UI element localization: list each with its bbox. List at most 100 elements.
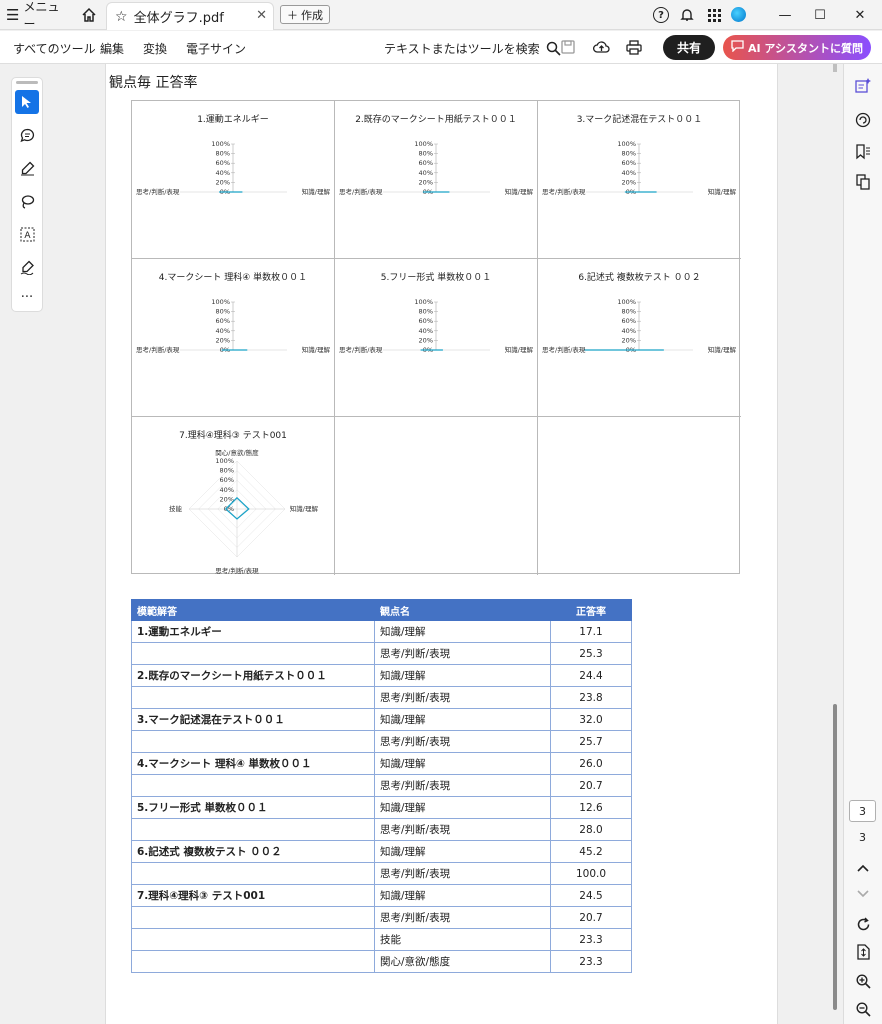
cell-viewpoint: 技能 bbox=[374, 928, 551, 951]
cell-rate: 45.2 bbox=[550, 840, 632, 863]
close-tab-icon[interactable]: ✕ bbox=[256, 8, 267, 23]
plus-icon: ＋ bbox=[287, 8, 298, 22]
cell-question bbox=[131, 730, 375, 753]
right-rail: 3 3 bbox=[843, 64, 882, 1024]
tool-search[interactable]: テキストまたはツールを検索 bbox=[384, 40, 561, 57]
left-tool-rail: A ··· bbox=[11, 77, 43, 312]
cell-rate: 26.0 bbox=[550, 752, 632, 775]
vertical-scrollbar[interactable] bbox=[779, 64, 842, 1024]
cell-question: 7.理科④理科③ テスト001 bbox=[131, 884, 375, 907]
cell-rate: 20.7 bbox=[550, 774, 632, 797]
text-box-icon[interactable]: A bbox=[15, 222, 39, 246]
table-row: 思考/判断/表現 28.0 bbox=[131, 818, 632, 841]
cell-viewpoint: 知識/理解 bbox=[374, 620, 551, 643]
document-tab[interactable]: ☆ 全体グラフ.pdf ✕ bbox=[106, 2, 274, 30]
axis-label-left: 技能 bbox=[169, 504, 183, 513]
apps-grid-icon[interactable] bbox=[706, 7, 722, 23]
axis-label-right: 知識/理解 bbox=[290, 504, 319, 513]
table-row: 関心/意欲/態度 23.3 bbox=[131, 950, 632, 973]
menu-button[interactable]: ☰ メニュー bbox=[6, 0, 66, 31]
tick-label: 40% bbox=[216, 169, 230, 177]
home-icon[interactable] bbox=[78, 0, 100, 30]
total-pages: 3 bbox=[859, 831, 866, 844]
page-heading: 観点毎 正答率 bbox=[109, 75, 198, 91]
highlight-pen-icon[interactable] bbox=[15, 156, 39, 180]
draw-lasso-icon[interactable] bbox=[15, 189, 39, 213]
tick-label: 20% bbox=[216, 178, 230, 186]
tick-label: 60% bbox=[419, 159, 433, 167]
print-icon[interactable] bbox=[625, 38, 643, 56]
cloud-upload-icon[interactable] bbox=[592, 38, 610, 56]
comment-panel-icon[interactable] bbox=[853, 110, 873, 130]
tick-label: 80% bbox=[622, 150, 636, 158]
axis-label-left: 思考/判断/表現 bbox=[542, 187, 586, 196]
profile-avatar[interactable] bbox=[731, 7, 746, 22]
prev-page-icon[interactable] bbox=[853, 858, 873, 878]
bell-icon[interactable] bbox=[679, 7, 695, 23]
more-icon[interactable]: ··· bbox=[15, 285, 39, 309]
maximize-icon[interactable]: ☐ bbox=[803, 0, 837, 30]
zoom-out-icon[interactable] bbox=[853, 999, 873, 1019]
tick-label: 60% bbox=[622, 159, 636, 167]
sign-pen-icon[interactable] bbox=[15, 255, 39, 279]
chart-cell-7: 7.理科④理科③ テスト001 100% 80% 60% 40% 20% 0% 関心/意欲/態… bbox=[132, 417, 335, 575]
pages-icon[interactable] bbox=[853, 172, 873, 192]
table-row: 7.理科④理科③ テスト001 知識/理解 24.5 bbox=[131, 884, 632, 907]
results-table: 模範解答 観点名 正答率 1.運動エネルギー 知識/理解 17.1 思考/判断/表現 2… bbox=[131, 599, 632, 973]
create-button[interactable]: ＋ 作成 bbox=[280, 5, 330, 24]
cell-rate: 23.3 bbox=[550, 950, 632, 973]
cell-viewpoint: 知識/理解 bbox=[374, 840, 551, 863]
title-bar: ☰ メニュー ☆ 全体グラフ.pdf ✕ ＋ 作成 ? — ☐ ✕ bbox=[0, 0, 882, 31]
cell-question: 2.既存のマークシート用紙テスト００１ bbox=[131, 664, 375, 687]
fit-page-icon[interactable] bbox=[853, 942, 873, 962]
zoom-in-icon[interactable] bbox=[853, 971, 873, 991]
menu-convert[interactable]: 変換 bbox=[143, 40, 167, 57]
tick-label: 60% bbox=[419, 317, 433, 325]
chart-cell-5: 5.フリー形式 単数枚００１ 100% 80% 60% 40% 20% 0% 思考/判断/表現… bbox=[335, 259, 538, 417]
axis-label-left: 思考/判断/表現 bbox=[339, 345, 383, 354]
table-row: 2.既存のマークシート用紙テスト００１ 知識/理解 24.4 bbox=[131, 664, 632, 687]
axis-label-left: 思考/判断/表現 bbox=[136, 345, 180, 354]
table-row: 4.マークシート 理科④ 単数枚００１ 知識/理解 26.0 bbox=[131, 752, 632, 775]
window-close-icon[interactable]: ✕ bbox=[843, 0, 877, 30]
bookmark-icon[interactable] bbox=[853, 142, 873, 162]
star-icon[interactable]: ☆ bbox=[115, 9, 128, 25]
axis-label-right: 知識/理解 bbox=[708, 187, 737, 196]
ai-assistant-button[interactable]: AI アシスタントに質問 bbox=[723, 35, 871, 60]
share-button[interactable]: 共有 bbox=[663, 35, 715, 60]
radar-chart: 100%80%60%40%20%0%思考/判断/表現 知識/理解 bbox=[136, 298, 330, 354]
cell-question bbox=[131, 906, 375, 929]
comment-icon[interactable] bbox=[15, 123, 39, 147]
rail-grip[interactable] bbox=[16, 81, 38, 84]
chart-cell-6: 6.記述式 複数枚テスト ００２ 100% 80% 60% 40% 20% 0% 思考/判断/… bbox=[538, 259, 741, 417]
tick-label: 20% bbox=[419, 336, 433, 344]
menu-edit[interactable]: 編集 bbox=[100, 40, 124, 57]
tick-label: 20% bbox=[216, 336, 230, 344]
cell-rate: 25.7 bbox=[550, 730, 632, 753]
tick-label: 40% bbox=[419, 327, 433, 335]
tick-label: 80% bbox=[220, 467, 234, 475]
create-label: 作成 bbox=[301, 8, 323, 22]
document-page: 観点毎 正答率 1.運動エネルギー 100% 80% 60% 40% 20% 0% 思考/判断… bbox=[105, 64, 778, 1024]
menu-e-sign[interactable]: 電子サイン bbox=[186, 40, 246, 57]
cell-viewpoint: 思考/判断/表現 bbox=[374, 774, 551, 797]
axis-label-right: 知識/理解 bbox=[505, 345, 534, 354]
next-page-icon[interactable] bbox=[853, 884, 873, 904]
scrollbar-track[interactable] bbox=[833, 64, 837, 72]
rotate-icon[interactable] bbox=[853, 914, 873, 934]
save-icon[interactable] bbox=[559, 38, 577, 56]
tick-label: 60% bbox=[216, 159, 230, 167]
help-icon[interactable]: ? bbox=[653, 7, 669, 23]
select-pointer-icon[interactable] bbox=[15, 90, 39, 114]
minimize-icon[interactable]: — bbox=[768, 0, 802, 30]
tick-label: 40% bbox=[220, 486, 234, 494]
menu-all-tools[interactable]: すべてのツール bbox=[13, 40, 96, 57]
current-page-input[interactable]: 3 bbox=[849, 800, 876, 822]
scrollbar-thumb[interactable] bbox=[833, 704, 837, 1010]
chart-cell-empty-2 bbox=[538, 417, 741, 575]
cell-viewpoint: 思考/判断/表現 bbox=[374, 730, 551, 753]
ai-summary-icon[interactable] bbox=[853, 76, 873, 96]
cell-question bbox=[131, 818, 375, 841]
cell-rate: 17.1 bbox=[550, 620, 632, 643]
chart-cell-2: 2.既存のマークシート用紙テスト００１ 100% 80% 60% 40% 20% 0% 思考/… bbox=[335, 101, 538, 259]
